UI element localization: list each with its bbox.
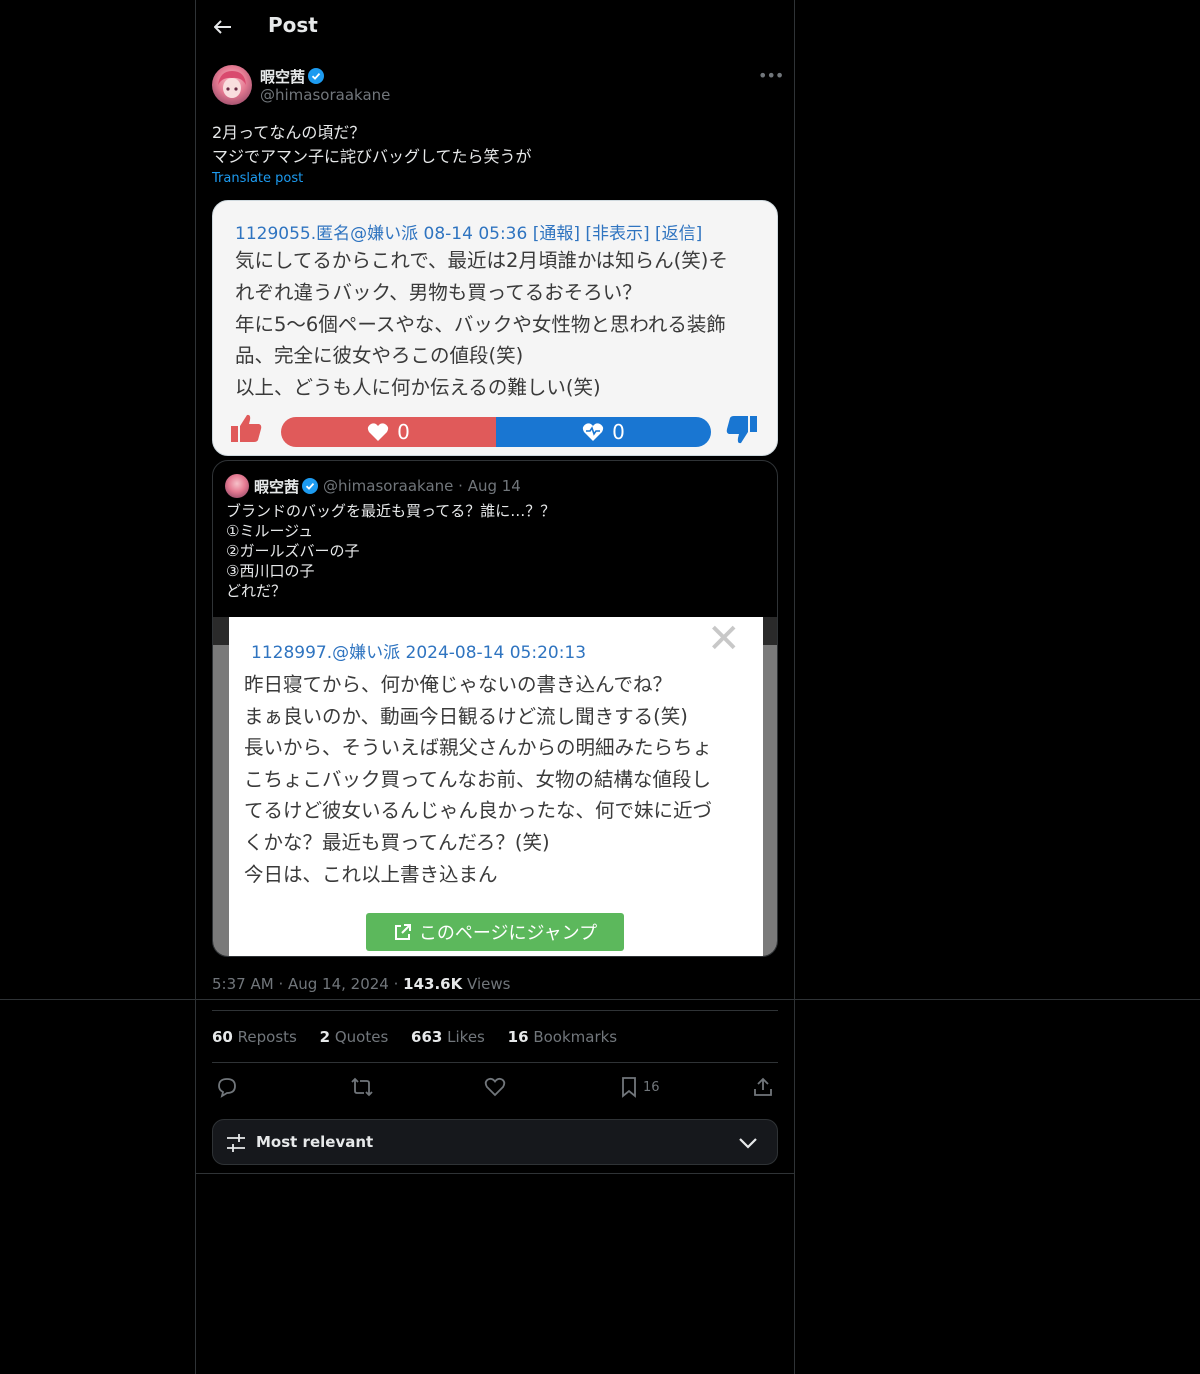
image-text-line: 品、完全に彼女やろこの値段(笑) xyxy=(235,344,524,368)
like-segment: 0 xyxy=(281,417,496,447)
bookmarks-stat[interactable]: 16 Bookmarks xyxy=(508,1028,617,1046)
post-date[interactable]: Aug 14, 2024 xyxy=(288,975,389,993)
divider xyxy=(0,999,1200,1000)
dislike-segment: 0 xyxy=(496,417,711,447)
quoted-meta: @himasoraakane · Aug 14 xyxy=(323,477,521,495)
image-post-body: 気にしてるからこれで、最近は2月頃誰かは知らん(笑)そ れぞれ違うバック、男物も… xyxy=(235,245,765,404)
quoted-author-name: 暇空茜 xyxy=(254,478,300,496)
quoted-author-name-row: 暇空茜 xyxy=(254,476,319,498)
like-count: 0 xyxy=(397,420,410,444)
quoted-image: ✕ 1128997.@嫌い派 2024-08-14 05:20:13 昨日寝てか… xyxy=(213,616,777,956)
external-link-icon xyxy=(394,924,411,940)
tweet-text: 2月ってなんの頃だ？ マジでアマン子に詫びバッグしてたら笑うが xyxy=(212,123,532,166)
share-button[interactable] xyxy=(752,1075,774,1099)
image-text-line: 昨日寝てから、何か俺じゃないの書き込んでね？ xyxy=(244,673,673,696)
image-text-line: 気にしてるからこれで、最近は2月頃誰かは知らん(笑)そ xyxy=(235,249,728,272)
vote-bar: 0 0 xyxy=(281,417,711,447)
image-post-header: 1128997.@嫌い派 2024-08-14 05:20:13 xyxy=(251,643,587,663)
repost-button[interactable] xyxy=(350,1075,374,1099)
image-text-line: てるけど彼女いるんじゃん良かったな、何で妹に近づ xyxy=(244,799,713,823)
dot-separator: · xyxy=(278,975,288,993)
post-time[interactable]: 5:37 AM xyxy=(212,975,274,993)
back-button[interactable] xyxy=(212,14,234,40)
quoted-date: Aug 14 xyxy=(467,477,521,495)
engagement-stats: 60 Reposts 2 Quotes 663 Likes 16 Bookmar… xyxy=(212,1028,635,1046)
image-text-line: 長いから、そういえば親父さんからの明細みたらちょ xyxy=(244,736,713,760)
image-page: ✕ 1128997.@嫌い派 2024-08-14 05:20:13 昨日寝てか… xyxy=(229,616,763,956)
repost-icon xyxy=(351,1077,373,1097)
likes-count: 663 xyxy=(411,1028,443,1046)
close-icon: ✕ xyxy=(707,616,741,662)
quoted-post[interactable]: 暇空茜 @himasoraakane · Aug 14 ブランドのバッグを最近も… xyxy=(212,460,778,957)
quotes-stat[interactable]: 2 Quotes xyxy=(320,1028,389,1046)
dislike-count: 0 xyxy=(612,420,625,444)
image-post-header: 1129055.匿名@嫌い派 08-14 05:36 [通報] [非表示] [返… xyxy=(235,224,703,244)
like-button[interactable] xyxy=(484,1075,506,1099)
thumbs-up-icon xyxy=(229,411,263,449)
verified-badge-icon xyxy=(302,478,319,498)
reply-button[interactable] xyxy=(216,1075,238,1099)
quotes-label: Quotes xyxy=(334,1028,389,1046)
bookmark-button[interactable]: 16 xyxy=(619,1075,660,1099)
divider xyxy=(212,1062,778,1063)
author-name[interactable]: 暇空茜 xyxy=(260,68,305,86)
arrow-left-icon xyxy=(214,20,231,34)
sort-label: Most relevant xyxy=(256,1133,374,1151)
image-text-line: こちょこバック買ってんなお前、女物の結構な値段し xyxy=(244,767,712,791)
views-label: Views xyxy=(467,975,511,993)
bookmarks-count: 16 xyxy=(507,1028,529,1046)
tweet-image[interactable]: 1129055.匿名@嫌い派 08-14 05:36 [通報] [非表示] [返… xyxy=(212,200,778,456)
divider xyxy=(195,1173,795,1174)
image-text-line: 今日は、これ以上書き込まん xyxy=(244,862,498,886)
author-handle[interactable]: @himasoraakane xyxy=(260,86,390,104)
quoted-author-handle: @himasoraakane xyxy=(323,477,454,495)
quoted-avatar xyxy=(225,474,249,498)
heart-icon xyxy=(484,1077,506,1097)
reply-icon xyxy=(218,1078,236,1098)
verified-badge-icon xyxy=(308,68,325,88)
translate-post-link[interactable]: Translate post xyxy=(212,171,303,186)
broken-heart-icon xyxy=(583,423,604,441)
image-text-line: 年に5〜6個ペースやな、バックや女性物と思われる装飾 xyxy=(235,312,726,336)
image-text-line: まぁ良いのか、動画今日観るけど流し聞きする(笑) xyxy=(244,704,688,728)
avatar[interactable] xyxy=(212,65,252,105)
reposts-stat[interactable]: 60 Reposts xyxy=(212,1028,297,1046)
bookmark-count: 16 xyxy=(643,1079,660,1095)
likes-label: Likes xyxy=(447,1028,485,1046)
reposts-count: 60 xyxy=(212,1028,233,1046)
jump-label: このページにジャンプ xyxy=(418,923,598,944)
image-text-line: くかな？最近も買ってんだろ？(笑) xyxy=(244,830,550,854)
image-text-line: れぞれ違うバック、男物も買ってるおそろい？ xyxy=(235,280,642,304)
bookmark-icon xyxy=(622,1077,636,1098)
heart-icon xyxy=(368,423,389,441)
image-post-body: 昨日寝てから、何か俺じゃないの書き込んでね？ まぁ良いのか、動画今日観るけど流し… xyxy=(244,669,712,890)
sliders-icon xyxy=(225,1132,247,1158)
jump-to-page-button: このページにジャンプ xyxy=(366,913,624,951)
likes-stat[interactable]: 663 Likes xyxy=(411,1028,485,1046)
more-options-icon[interactable]: ••• xyxy=(758,66,784,85)
reposts-label: Reposts xyxy=(237,1028,297,1046)
quoted-text: ブランドのバッグを最近も買ってる？誰に…？？ ①ミルージュ ②ガールズバーの子 … xyxy=(226,502,556,600)
image-text-line: 以上、どうも人に何か伝えるの難しい(笑) xyxy=(235,376,601,400)
quotes-count: 2 xyxy=(319,1028,331,1046)
share-icon xyxy=(754,1077,772,1096)
post-timestamp[interactable]: 5:37 AM · Aug 14, 2024 · 143.6K Views xyxy=(212,975,510,993)
divider xyxy=(212,1010,778,1011)
dot-separator: · xyxy=(458,477,468,495)
chevron-down-icon xyxy=(737,1133,759,1157)
bookmarks-label: Bookmarks xyxy=(533,1028,618,1046)
dot-separator: · xyxy=(393,975,404,993)
reply-sort-dropdown[interactable]: Most relevant xyxy=(212,1119,778,1165)
thumbs-down-icon xyxy=(725,413,759,451)
views-count: 143.6K xyxy=(403,975,463,993)
author-name-row[interactable]: 暇空茜 xyxy=(260,66,325,88)
page-title: Post xyxy=(268,13,318,37)
